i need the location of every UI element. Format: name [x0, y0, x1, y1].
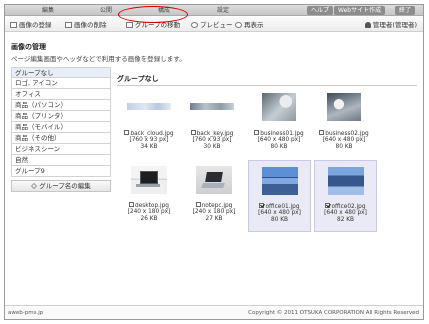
magnifier-icon: [191, 22, 198, 28]
user-label: 管理者(管理者): [372, 21, 417, 29]
user-menu[interactable]: 管理者(管理者): [364, 20, 417, 30]
image-size: 26 KB: [140, 216, 158, 222]
sidebar-item-no-group[interactable]: グループなし: [11, 67, 111, 78]
move-icon: [126, 22, 133, 28]
footer-domain: aweb-pms.jp: [8, 310, 44, 316]
image-tile-selected[interactable]: office01.jpg [640 x 480 px] 80 KB: [248, 160, 311, 232]
edit-group-name-label: グループ名の編集: [39, 182, 91, 190]
exit-button[interactable]: 終了: [395, 6, 416, 15]
top-nav-bar: 編集 公開 構成 設定 ヘルプ Webサイト作成 終了: [5, 5, 423, 16]
register-image-label: 画像の登録: [19, 21, 52, 29]
image-tile[interactable]: back_key.jpg [760 x 93 px] 30 KB: [182, 91, 242, 161]
image-icon: [10, 22, 17, 28]
image-dimensions: [760 x 93 px]: [192, 137, 232, 143]
image-tile[interactable]: business01.jpg [640 x 480 px] 80 KB: [249, 91, 309, 161]
help-button[interactable]: ヘルプ: [307, 6, 334, 15]
image-dimensions: [640 x 480 px]: [324, 210, 367, 216]
group-title: グループなし: [117, 75, 159, 83]
page-title: 画像の管理: [11, 43, 46, 51]
image-checkbox[interactable]: [129, 202, 135, 207]
sidebar-item-group9[interactable]: グループ9: [11, 166, 111, 177]
tab-edit[interactable]: 編集: [33, 6, 63, 15]
image-thumbnail[interactable]: [262, 93, 296, 121]
delete-icon: [65, 22, 72, 28]
image-thumbnail[interactable]: [190, 103, 234, 110]
image-size: 80 KB: [271, 217, 288, 223]
edit-group-name-button[interactable]: グループ名の編集: [11, 180, 111, 192]
highlight-annotation: [118, 6, 188, 23]
image-checkbox[interactable]: [195, 202, 201, 207]
group-sidebar: グループなし ロゴ, アイコン オフィス 商品（パソコン） 商品（プリンタ） 商…: [11, 67, 111, 192]
image-tile[interactable]: back_cloud.jpg [760 x 93 px] 34 KB: [119, 91, 179, 161]
footer-copyright: Copyright © 2011 OTSUKA CORPORATION All …: [248, 310, 419, 316]
image-checkbox-checked[interactable]: [325, 203, 331, 208]
image-dimensions: [640 x 480 px]: [322, 137, 366, 143]
redisplay-button[interactable]: 再表示: [235, 20, 264, 30]
image-dimensions: [640 x 480 px]: [257, 137, 301, 143]
page-description: ページ編集画面やヘッダなどで利用する画像を登録します。: [11, 55, 186, 63]
image-dimensions: [640 x 480 px]: [258, 210, 301, 216]
image-checkbox[interactable]: [190, 130, 196, 135]
delete-image-label: 画像の削除: [74, 21, 107, 29]
website-create-button[interactable]: Webサイト作成: [334, 6, 386, 15]
image-tile[interactable]: business02.jpg [640 x 480 px] 80 KB: [314, 91, 374, 161]
sidebar-item-mobile[interactable]: 商品（モバイル）: [11, 122, 111, 133]
image-size: 80 KB: [335, 144, 353, 150]
image-checkbox[interactable]: [254, 130, 260, 135]
redisplay-label: 再表示: [244, 21, 264, 29]
preview-label: プレビュー: [200, 21, 233, 29]
sidebar-item-other[interactable]: 商品（その他）: [11, 133, 111, 144]
user-icon: [364, 22, 371, 28]
image-size: 27 KB: [205, 216, 223, 222]
sidebar-item-logo-icon[interactable]: ロゴ, アイコン: [11, 78, 111, 89]
image-tile[interactable]: desktop.jpg [240 x 180 px] 26 KB: [119, 162, 179, 232]
image-dimensions: [760 x 93 px]: [129, 137, 169, 143]
image-tile[interactable]: notepc.jpg [240 x 180 px] 27 KB: [184, 162, 244, 232]
image-size: 82 KB: [337, 217, 354, 223]
register-image-button[interactable]: 画像の登録: [10, 20, 52, 30]
image-size: 80 KB: [270, 144, 288, 150]
sidebar-item-printer[interactable]: 商品（プリンタ）: [11, 111, 111, 122]
sidebar-item-business[interactable]: ビジネスシーン: [11, 144, 111, 155]
image-tile-selected[interactable]: office02.jpg [640 x 480 px] 82 KB: [314, 160, 377, 232]
image-size: 30 KB: [203, 144, 221, 150]
image-checkbox[interactable]: [124, 130, 130, 135]
app-window: 編集 公開 構成 設定 ヘルプ Webサイト作成 終了 画像の登録 画像の削除 …: [4, 4, 424, 320]
tab-settings[interactable]: 設定: [208, 6, 238, 15]
toolbar: 画像の登録 画像の削除 グループの移動 プレビュー 再表示 管理者(管理者): [5, 17, 423, 32]
image-thumbnail[interactable]: [327, 167, 364, 195]
pencil-icon: [31, 183, 38, 189]
image-thumbnail[interactable]: [327, 93, 361, 121]
image-thumbnail[interactable]: [261, 167, 298, 195]
tab-publish[interactable]: 公開: [91, 6, 121, 15]
image-thumbnail[interactable]: [127, 103, 171, 110]
image-dimensions: [240 x 180 px]: [192, 209, 236, 215]
image-thumbnail[interactable]: [196, 166, 232, 194]
image-thumbnail[interactable]: [131, 166, 167, 194]
preview-button[interactable]: プレビュー: [191, 20, 233, 30]
sidebar-item-office[interactable]: オフィス: [11, 89, 111, 100]
sidebar-item-pc[interactable]: 商品（パソコン）: [11, 100, 111, 111]
sidebar-item-nature[interactable]: 自然: [11, 155, 111, 166]
delete-image-button[interactable]: 画像の削除: [65, 20, 107, 30]
group-divider: [117, 85, 417, 86]
footer: aweb-pms.jp Copyright © 2011 OTSUKA CORP…: [5, 305, 423, 319]
refresh-icon: [235, 22, 242, 28]
image-dimensions: [240 x 180 px]: [127, 209, 171, 215]
image-checkbox[interactable]: [319, 130, 325, 135]
image-size: 34 KB: [140, 144, 158, 150]
image-checkbox-checked[interactable]: [259, 203, 265, 208]
